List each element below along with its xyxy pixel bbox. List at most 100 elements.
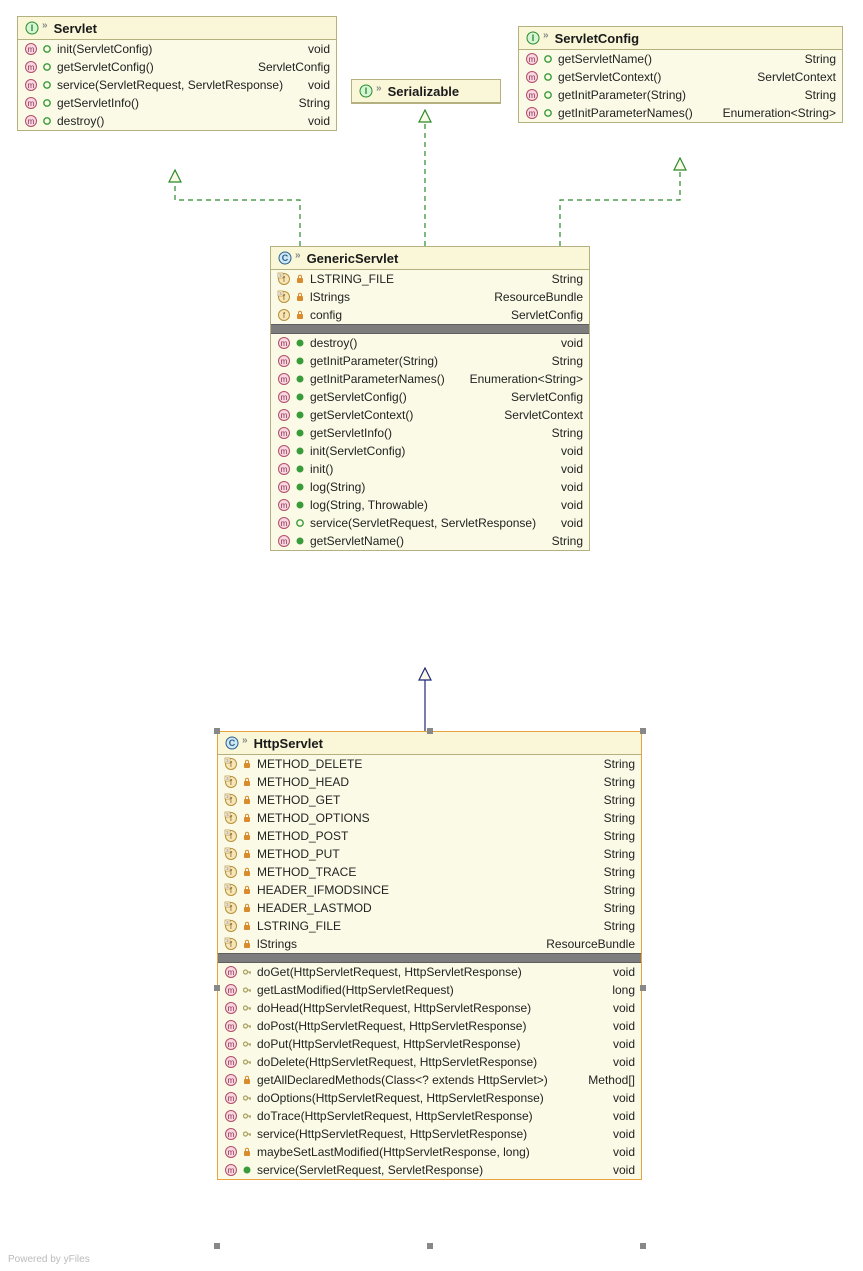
uml-header-genericservlet[interactable]: C»GenericServlet [271,247,589,270]
field-static-icon: fs [224,775,238,789]
selection-handle[interactable] [640,985,646,991]
connector-realization[interactable] [175,170,300,246]
member-type: ServletConfig [511,390,583,404]
method-icon: m [224,1127,238,1141]
visibility-public-icon [295,410,305,420]
uml-member-row[interactable]: mdoPost(HttpServletRequest, HttpServletR… [218,1017,641,1035]
svg-text:m: m [529,109,536,118]
field-static-icon: fs [224,793,238,807]
uml-member-row[interactable]: mgetServletConfig()ServletConfig [271,388,589,406]
uml-member-row[interactable]: mgetServletInfo()String [18,94,336,112]
connector-realization[interactable] [560,158,680,246]
uml-header-httpservlet[interactable]: C»HttpServlet [218,732,641,755]
selection-handle[interactable] [214,985,220,991]
uml-member-row[interactable]: mlog(String, Throwable)void [271,496,589,514]
uml-member-row[interactable]: minit(ServletConfig)void [18,40,336,58]
field-static-icon: fs [224,757,238,771]
method-icon: m [277,390,291,404]
uml-member-row[interactable]: minit()void [271,460,589,478]
selection-handle[interactable] [427,1243,433,1249]
svg-text:m: m [228,986,235,995]
uml-member-row[interactable]: mservice(ServletRequest, ServletResponse… [271,514,589,532]
class-icon: C» [224,735,248,751]
uml-member-row[interactable]: mservice(ServletRequest, ServletResponse… [18,76,336,94]
uml-box-httpservlet[interactable]: C»HttpServletfsMETHOD_DELETEStringfsMETH… [217,731,642,1180]
uml-box-servlet[interactable]: I»Servletminit(ServletConfig)voidmgetSer… [17,16,337,131]
uml-header-servlet[interactable]: I»Servlet [18,17,336,40]
member-type: String [299,96,330,110]
method-icon: m [224,1163,238,1177]
uml-member-row[interactable]: fsMETHOD_GETString [218,791,641,809]
uml-member-row[interactable]: mservice(ServletRequest, ServletResponse… [218,1161,641,1179]
uml-member-row[interactable]: fsMETHOD_POSTString [218,827,641,845]
visibility-private-icon [242,867,252,877]
uml-member-row[interactable]: mgetLastModified(HttpServletRequest)long [218,981,641,999]
uml-member-row[interactable]: fsMETHOD_PUTString [218,845,641,863]
uml-member-row[interactable]: mgetServletName()String [519,50,842,68]
uml-member-row[interactable]: mservice(HttpServletRequest, HttpServlet… [218,1125,641,1143]
uml-member-row[interactable]: fsLSTRING_FILEString [218,917,641,935]
svg-text:m: m [28,99,35,108]
uml-member-row[interactable]: mgetInitParameterNames()Enumeration<Stri… [519,104,842,122]
uml-member-row[interactable]: mgetServletName()String [271,532,589,550]
selection-handle[interactable] [640,1243,646,1249]
uml-member-row[interactable]: mgetServletContext()ServletContext [519,68,842,86]
uml-member-row[interactable]: fconfigServletConfig [271,306,589,324]
uml-member-row[interactable]: fsMETHOD_HEADString [218,773,641,791]
visibility-private-icon [242,777,252,787]
uml-member-row[interactable]: mdestroy()void [271,334,589,352]
uml-member-row[interactable]: fsHEADER_IFMODSINCEString [218,881,641,899]
member-name: getAllDeclaredMethods(Class<? extends Ht… [257,1073,588,1087]
uml-member-row[interactable]: mdoTrace(HttpServletRequest, HttpServlet… [218,1107,641,1125]
uml-member-row[interactable]: fsLSTRING_FILEString [271,270,589,288]
uml-box-genericservlet[interactable]: C»GenericServletfsLSTRING_FILEStringfslS… [270,246,590,551]
uml-member-row[interactable]: mgetInitParameter(String)String [271,352,589,370]
member-type: String [604,901,635,915]
method-icon: m [224,965,238,979]
selection-handle[interactable] [427,728,433,734]
member-type: void [561,480,583,494]
member-type: String [604,775,635,789]
method-icon: m [24,60,38,74]
member-type: String [604,793,635,807]
svg-text:C: C [229,738,236,748]
member-name: maybeSetLastModified(HttpServletResponse… [257,1145,613,1159]
selection-handle[interactable] [640,728,646,734]
uml-header-servletconfig[interactable]: I»ServletConfig [519,27,842,50]
uml-member-row[interactable]: fslStringsResourceBundle [218,935,641,953]
uml-member-row[interactable]: mlog(String)void [271,478,589,496]
uml-member-row[interactable]: mgetInitParameterNames()Enumeration<Stri… [271,370,589,388]
uml-member-row[interactable]: fsMETHOD_DELETEString [218,755,641,773]
visibility-public-abstract-icon [42,116,52,126]
member-name: METHOD_DELETE [257,757,604,771]
uml-member-row[interactable]: mgetServletConfig()ServletConfig [18,58,336,76]
uml-member-row[interactable]: mgetServletInfo()String [271,424,589,442]
uml-member-row[interactable]: mdoOptions(HttpServletRequest, HttpServl… [218,1089,641,1107]
selection-handle[interactable] [214,728,220,734]
uml-member-row[interactable]: fsMETHOD_TRACEString [218,863,641,881]
uml-member-row[interactable]: fsHEADER_LASTMODString [218,899,641,917]
uml-member-row[interactable]: mgetInitParameter(String)String [519,86,842,104]
uml-member-row[interactable]: m maybeSetLastModified(HttpServletRespons… [218,1143,641,1161]
uml-member-row[interactable]: fslStringsResourceBundle [271,288,589,306]
member-name: init(ServletConfig) [310,444,561,458]
uml-member-row[interactable]: mdoDelete(HttpServletRequest, HttpServle… [218,1053,641,1071]
member-type: void [613,1001,635,1015]
uml-member-row[interactable]: mgetServletContext()ServletContext [271,406,589,424]
uml-member-row[interactable]: mgetAllDeclaredMethods(Class<? extends H… [218,1071,641,1089]
uml-header-serializable[interactable]: I»Serializable [352,80,500,103]
uml-member-row[interactable]: mdestroy()void [18,112,336,130]
member-name: doOptions(HttpServletRequest, HttpServle… [257,1091,613,1105]
uml-member-row[interactable]: mdoGet(HttpServletRequest, HttpServletRe… [218,963,641,981]
method-icon: m [224,1145,238,1159]
selection-handle[interactable] [214,1243,220,1249]
uml-member-row[interactable]: mdoHead(HttpServletRequest, HttpServletR… [218,999,641,1017]
member-name: HEADER_IFMODSINCE [257,883,604,897]
uml-box-servletconfig[interactable]: I»ServletConfigmgetServletName()Stringmg… [518,26,843,123]
method-icon: m [277,408,291,422]
uml-member-row[interactable]: minit(ServletConfig)void [271,442,589,460]
visibility-public-abstract-icon [42,44,52,54]
uml-member-row[interactable]: fsMETHOD_OPTIONSString [218,809,641,827]
uml-member-row[interactable]: mdoPut(HttpServletRequest, HttpServletRe… [218,1035,641,1053]
uml-box-serializable[interactable]: I»Serializable [351,79,501,104]
